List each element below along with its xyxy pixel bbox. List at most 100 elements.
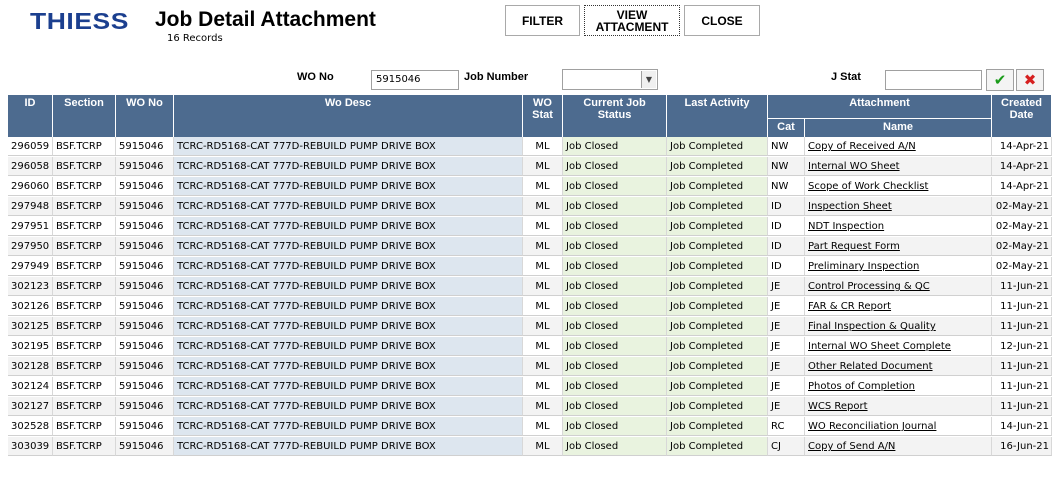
cell-wo-no: 5915046 [116,177,174,196]
cell-last-activity: Job Completed [667,397,768,416]
cell-last-activity: Job Completed [667,177,768,196]
check-icon[interactable]: ✔ [986,69,1014,91]
cell-wo-no: 5915046 [116,417,174,436]
cell-cat: JE [768,357,805,376]
x-icon[interactable]: ✖ [1016,69,1044,91]
cell-wo-no: 5915046 [116,357,174,376]
cell-created-date: 02-May-21 [992,257,1052,276]
col-header-last-activity[interactable]: Last Activity [667,95,768,138]
cell-wo-stat: ML [523,397,563,416]
table-row[interactable]: 302528 BSF.TCRP 5915046 TCRC-RD5168-CAT 777… [8,417,1052,437]
cell-section: BSF.TCRP [53,277,116,296]
cell-current-status: Job Closed [563,337,667,356]
cell-wo-desc: TCRC-RD5168-CAT 777D-REBUILD PUMP DRIVE … [174,357,523,376]
date-line1: Created [1001,97,1042,109]
table-row[interactable]: 297948 BSF.TCRP 5915046 TCRC-RD5168-CAT 777… [8,197,1052,217]
table-row[interactable]: 296059 BSF.TCRP 5915046 TCRC-RD5168-CAT 777… [8,137,1052,157]
cell-section: BSF.TCRP [53,177,116,196]
record-count: 16 Records [167,33,223,44]
table-row[interactable]: 302125 BSF.TCRP 5915046 TCRC-RD5168-CAT 777… [8,317,1052,337]
cell-cat: JE [768,377,805,396]
cell-wo-stat: ML [523,177,563,196]
cell-last-activity: Job Completed [667,197,768,216]
table-row[interactable]: 302123 BSF.TCRP 5915046 TCRC-RD5168-CAT 777… [8,277,1052,297]
attachment-link[interactable]: WO Reconciliation Journal [805,417,992,436]
cell-wo-stat: ML [523,157,563,176]
cell-wo-no: 5915046 [116,237,174,256]
cell-section: BSF.TCRP [53,397,116,416]
attachment-link[interactable]: Internal WO Sheet [805,157,992,176]
cell-last-activity: Job Completed [667,157,768,176]
cell-last-activity: Job Completed [667,217,768,236]
table-row[interactable]: 302128 BSF.TCRP 5915046 TCRC-RD5168-CAT 777… [8,357,1052,377]
job-number-label: Job Number [464,71,529,83]
cell-wo-no: 5915046 [116,297,174,316]
col-header-name[interactable]: Name [805,119,992,138]
j-stat-input[interactable] [885,70,982,90]
cell-wo-desc: TCRC-RD5168-CAT 777D-REBUILD PUMP DRIVE … [174,137,523,156]
view-attachment-label-line1: VIEW [616,7,648,22]
table-row[interactable]: 296060 BSF.TCRP 5915046 TCRC-RD5168-CAT 777… [8,177,1052,197]
cell-wo-desc: TCRC-RD5168-CAT 777D-REBUILD PUMP DRIVE … [174,437,523,456]
cell-section: BSF.TCRP [53,297,116,316]
col-header-wo-stat[interactable]: WO Stat [523,95,563,138]
cell-section: BSF.TCRP [53,417,116,436]
cell-id: 302124 [8,377,53,396]
attachment-link[interactable]: Internal WO Sheet Complete [805,337,992,356]
attachment-link[interactable]: Scope of Work Checklist [805,177,992,196]
col-header-id[interactable]: ID [8,95,53,138]
chevron-down-icon[interactable]: ▼ [641,71,656,88]
col-header-section[interactable]: Section [53,95,116,138]
table-row[interactable]: 297949 BSF.TCRP 5915046 TCRC-RD5168-CAT 777… [8,257,1052,277]
attachment-link[interactable]: WCS Report [805,397,992,416]
cell-id: 297950 [8,237,53,256]
table-row[interactable]: 296058 BSF.TCRP 5915046 TCRC-RD5168-CAT 777… [8,157,1052,177]
status-line2: Status [597,109,632,121]
cell-created-date: 14-Apr-21 [992,157,1052,176]
col-header-cat[interactable]: Cat [768,119,805,138]
table-row[interactable]: 303039 BSF.TCRP 5915046 TCRC-RD5168-CAT 777… [8,437,1052,457]
cell-current-status: Job Closed [563,237,667,256]
table-row[interactable]: 297951 BSF.TCRP 5915046 TCRC-RD5168-CAT 777… [8,217,1052,237]
attachment-link[interactable]: Preliminary Inspection [805,257,992,276]
close-button[interactable]: CLOSE [684,5,760,36]
col-header-wo-no[interactable]: WO No [116,95,174,138]
cell-wo-desc: TCRC-RD5168-CAT 777D-REBUILD PUMP DRIVE … [174,197,523,216]
cell-wo-desc: TCRC-RD5168-CAT 777D-REBUILD PUMP DRIVE … [174,257,523,276]
attachment-link[interactable]: FAR & CR Report [805,297,992,316]
cell-cat: ID [768,257,805,276]
cell-current-status: Job Closed [563,417,667,436]
attachment-link[interactable]: Copy of Received A/N [805,137,992,156]
filter-button[interactable]: FILTER [505,5,580,36]
table-row[interactable]: 302195 BSF.TCRP 5915046 TCRC-RD5168-CAT 777… [8,337,1052,357]
attachment-link[interactable]: Control Processing & QC [805,277,992,296]
col-header-wo-desc[interactable]: Wo Desc [174,95,523,138]
table-row[interactable]: 302124 BSF.TCRP 5915046 TCRC-RD5168-CAT 777… [8,377,1052,397]
col-header-current-status[interactable]: Current Job Status [563,95,667,138]
table-row[interactable]: 297950 BSF.TCRP 5915046 TCRC-RD5168-CAT 777… [8,237,1052,257]
cell-wo-stat: ML [523,277,563,296]
cell-last-activity: Job Completed [667,317,768,336]
cell-wo-no: 5915046 [116,197,174,216]
status-line1: Current Job [583,97,646,109]
wo-no-input[interactable]: 5915046 [371,70,459,90]
col-header-created-date[interactable]: Created Date [992,95,1052,138]
attachment-link[interactable]: Part Request Form [805,237,992,256]
cell-current-status: Job Closed [563,157,667,176]
cell-cat: NW [768,157,805,176]
job-number-select[interactable]: ▼ [562,69,658,90]
cell-section: BSF.TCRP [53,357,116,376]
attachment-link[interactable]: Other Related Document [805,357,992,376]
cell-current-status: Job Closed [563,277,667,296]
attachment-link[interactable]: Final Inspection & Quality [805,317,992,336]
cell-current-status: Job Closed [563,377,667,396]
attachment-link[interactable]: Inspection Sheet [805,197,992,216]
attachment-link[interactable]: NDT Inspection [805,217,992,236]
view-attachment-button[interactable]: VIEW ATTACMENT [584,5,680,36]
attachment-link[interactable]: Copy of Send A/N [805,437,992,456]
cell-created-date: 12-Jun-21 [992,337,1052,356]
table-row[interactable]: 302126 BSF.TCRP 5915046 TCRC-RD5168-CAT 777… [8,297,1052,317]
table-row[interactable]: 302127 BSF.TCRP 5915046 TCRC-RD5168-CAT 777… [8,397,1052,417]
attachment-link[interactable]: Photos of Completion [805,377,992,396]
cell-id: 302128 [8,357,53,376]
